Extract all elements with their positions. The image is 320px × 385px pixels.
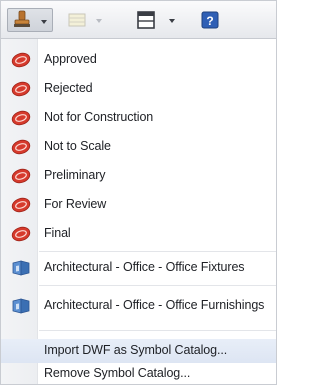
stamp-red-icon	[11, 197, 31, 213]
menu-item-label: Architectural - Office - Office Furnishi…	[44, 298, 265, 312]
menu-item-label: Architectural - Office - Office Fixtures	[44, 260, 245, 274]
menu-item-label: Remove Symbol Catalog...	[44, 366, 191, 380]
stamp-icon	[14, 10, 30, 27]
menu-item-for-review[interactable]: For Review	[1, 191, 276, 220]
layout-icon	[68, 13, 86, 27]
chevron-down-icon	[41, 20, 47, 24]
menu-item-not-for-construction[interactable]: Not for Construction	[1, 104, 276, 133]
menu-item-label: Import DWF as Symbol Catalog...	[44, 343, 228, 357]
menu-separator	[39, 330, 276, 331]
menu-item-catalog-office-furnishings[interactable]: Architectural - Office - Office Furnishi…	[1, 292, 276, 321]
menu-item-catalog-office-fixtures[interactable]: Architectural - Office - Office Fixtures	[1, 254, 276, 283]
stamp-button[interactable]	[7, 8, 53, 32]
stamp-menu-window: ? Approved Rejected Not for Construction…	[0, 0, 277, 385]
menu-item-rejected[interactable]: Rejected	[1, 75, 276, 104]
menu-item-label: Final	[44, 226, 71, 240]
layout-button[interactable]	[64, 8, 106, 32]
menu-item-label: Preliminary	[44, 168, 106, 182]
menu-item-label: For Review	[44, 197, 107, 211]
symbol-catalog-icon	[12, 298, 30, 314]
menu-item-approved[interactable]: Approved	[1, 46, 276, 75]
menu-separator	[39, 285, 276, 286]
stamp-red-icon	[11, 139, 31, 155]
menu-item-final[interactable]: Final	[1, 220, 276, 249]
stamp-red-icon	[11, 110, 31, 126]
menu-item-label: Not for Construction	[44, 110, 154, 124]
menu-item-remove-catalog[interactable]: Remove Symbol Catalog...	[1, 363, 276, 384]
stamp-red-icon	[11, 226, 31, 242]
menu-item-label: Approved	[44, 52, 97, 66]
chevron-down-icon	[96, 19, 102, 23]
menu-separator	[39, 251, 276, 252]
menu-item-label: Not to Scale	[44, 139, 111, 153]
menu-item-not-to-scale[interactable]: Not to Scale	[1, 133, 276, 162]
stamp-dropdown-menu: Approved Rejected Not for Construction N…	[1, 39, 276, 384]
menu-item-preliminary[interactable]: Preliminary	[1, 162, 276, 191]
stamp-red-icon	[11, 52, 31, 68]
help-icon: ?	[201, 11, 219, 29]
chevron-down-icon	[169, 19, 175, 23]
help-button[interactable]: ?	[198, 8, 222, 32]
window-split-button[interactable]	[134, 8, 180, 32]
symbol-catalog-icon	[12, 260, 30, 276]
toolbar: ?	[1, 1, 276, 39]
stamp-red-icon	[11, 168, 31, 184]
stamp-red-icon	[11, 81, 31, 97]
menu-item-import-dwf[interactable]: Import DWF as Symbol Catalog...	[1, 339, 276, 363]
svg-text:?: ?	[206, 14, 213, 28]
menu-item-label: Rejected	[44, 81, 93, 95]
window-split-icon	[137, 11, 155, 29]
